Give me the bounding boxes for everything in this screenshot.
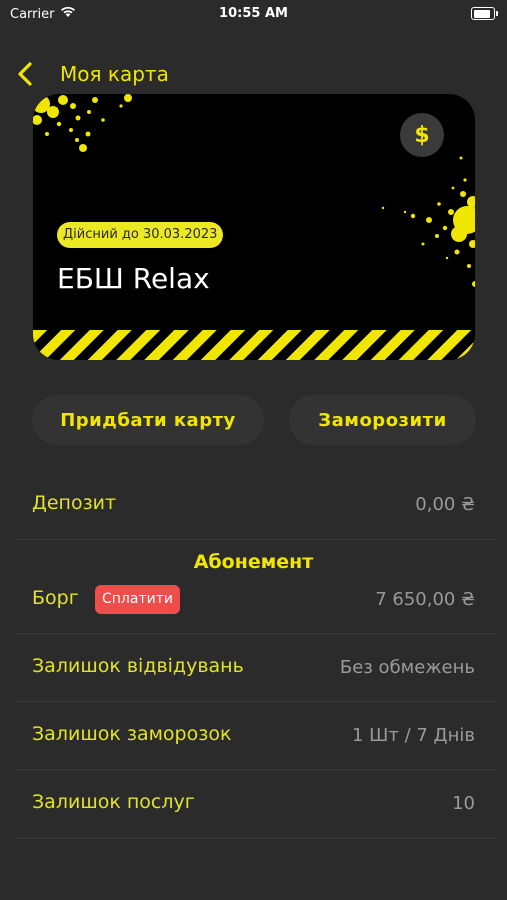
buy-card-button[interactable]: Придбати карту bbox=[32, 395, 264, 445]
dollar-icon[interactable]: $ bbox=[400, 113, 444, 157]
status-time: 10:55 AM bbox=[219, 6, 288, 21]
page-title: Моя карта bbox=[60, 62, 169, 86]
navigation-bar: Моя карта bbox=[0, 56, 507, 92]
freezes-remaining-row: Залишок заморозок 1 Шт / 7 Днів bbox=[15, 701, 497, 770]
valid-until-badge: Дійсний до 30.03.2023 bbox=[57, 222, 224, 248]
debt-value: 7 650,00 ₴ bbox=[375, 589, 475, 610]
visits-remaining-value: Без обмежень bbox=[339, 657, 475, 678]
battery-icon bbox=[471, 7, 498, 20]
pay-button[interactable]: Сплатити bbox=[95, 585, 180, 614]
freezes-remaining-label: Залишок заморозок bbox=[32, 723, 232, 745]
hazard-stripes bbox=[33, 330, 475, 360]
card-name: ЕБШ Relax bbox=[57, 262, 210, 295]
services-remaining-value: 10 bbox=[452, 793, 475, 814]
visits-remaining-label: Залишок відвідувань bbox=[32, 655, 244, 677]
deposit-label: Депозит bbox=[32, 492, 117, 514]
back-button[interactable] bbox=[12, 60, 38, 88]
membership-card[interactable]: $ Дійсний до 30.03.2023 ЕБШ Relax bbox=[33, 94, 475, 360]
debt-label: Борг bbox=[32, 587, 79, 609]
freezes-remaining-value: 1 Шт / 7 Днів bbox=[351, 725, 475, 746]
deposit-value: 0,00 ₴ bbox=[415, 494, 475, 515]
visits-remaining-row: Залишок відвідувань Без обмежень bbox=[15, 633, 497, 702]
debt-row: Борг 7 650,00 ₴ bbox=[15, 540, 497, 634]
services-remaining-row: Залишок послуг 10 bbox=[15, 769, 497, 839]
deposit-row: Депозит 0,00 ₴ bbox=[15, 472, 497, 540]
chevron-left-icon bbox=[18, 62, 32, 86]
freeze-button[interactable]: Заморозити bbox=[289, 395, 476, 445]
status-bar: Carrier 10:55 AM bbox=[0, 0, 507, 28]
services-remaining-label: Залишок послуг bbox=[32, 791, 195, 813]
